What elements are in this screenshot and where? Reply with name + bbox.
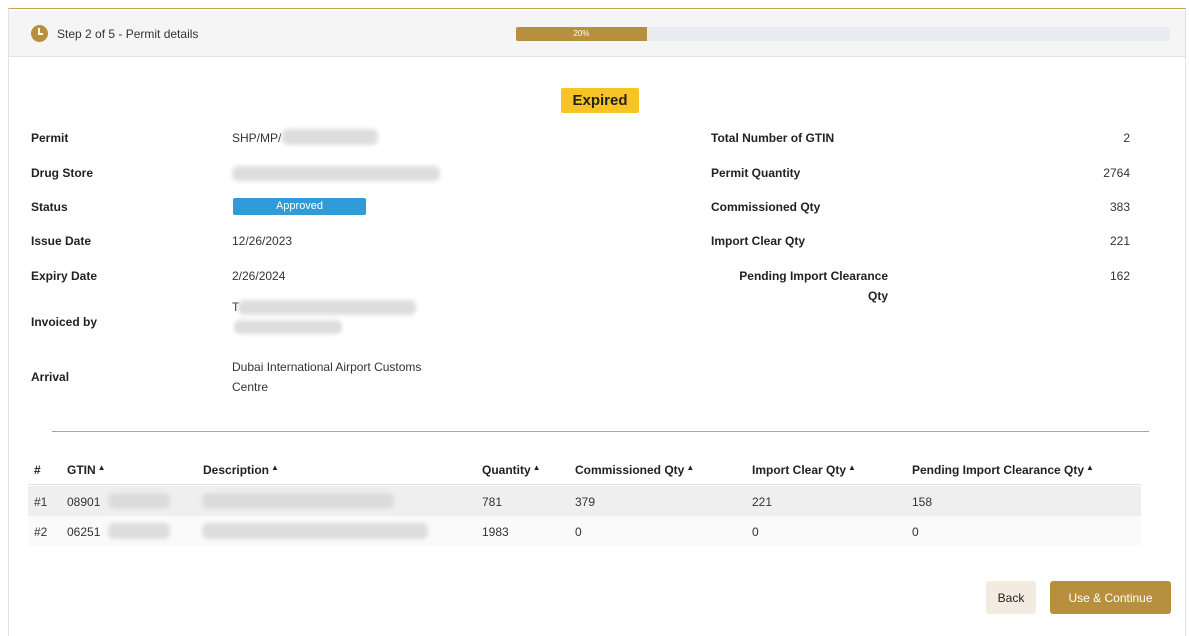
issue-date-label: Issue Date (31, 234, 92, 248)
description-redacted (202, 523, 428, 539)
col-header-pending-clearance-qty[interactable]: Pending Import Clearance Qty ▲ (912, 463, 1094, 477)
section-divider (52, 431, 1149, 432)
invoiced-by-label: Invoiced by (31, 315, 98, 329)
clock-icon (31, 25, 48, 42)
table-row: #2 06251 1983 0 0 0 (28, 516, 1141, 546)
col-header-gtin[interactable]: GTIN ▲ (67, 463, 106, 477)
gtin-redacted (108, 523, 170, 539)
caret-up-icon: ▲ (97, 463, 106, 472)
row-number: #2 (34, 525, 48, 539)
step-header: Step 2 of 5 - Permit details 20% (9, 11, 1185, 57)
status-label: Status (31, 200, 68, 214)
progress-bar: 20% (516, 27, 1170, 41)
permit-quantity-label: Permit Quantity (711, 166, 801, 180)
table-header: # GTIN ▲ Description ▲ Quantity ▲ Commissio… (28, 455, 1141, 485)
row-quantity: 1983 (482, 525, 509, 539)
gtin-redacted (108, 493, 170, 509)
col-header-commissioned-qty[interactable]: Commissioned Qty ▲ (575, 463, 694, 477)
row-quantity: 781 (482, 495, 503, 509)
col-header-import-clear-qty[interactable]: Import Clear Qty ▲ (752, 463, 856, 477)
row-commissioned-qty: 0 (575, 525, 582, 539)
pending-clearance-label-line1: Pending Import Clearance (739, 269, 888, 283)
caret-up-icon: ▲ (532, 463, 541, 472)
progress-fill: 20% (516, 27, 647, 41)
row-gtin: 08901 (67, 495, 101, 509)
issue-date-value: 12/26/2023 (232, 234, 293, 248)
row-import-clear-qty: 221 (752, 495, 773, 509)
import-clear-qty-label: Import Clear Qty (711, 234, 806, 248)
drug-store-label: Drug Store (31, 166, 94, 180)
row-import-clear-qty: 0 (752, 525, 759, 539)
commissioned-qty-value: 383 (1109, 200, 1130, 214)
caret-up-icon: ▲ (1086, 463, 1094, 472)
pending-clearance-value: 162 (1109, 269, 1130, 283)
expiry-date-label: Expiry Date (31, 269, 98, 283)
row-pending-clearance-qty: 158 (912, 495, 933, 509)
permit-quantity-value: 2764 (1103, 166, 1130, 180)
permit-label: Permit (31, 131, 69, 145)
row-number: #1 (34, 495, 48, 509)
invoiced-by-redacted-line1 (238, 300, 416, 315)
drug-store-redacted (232, 166, 440, 181)
status-badge: Approved (233, 198, 366, 215)
permit-redacted (282, 129, 378, 145)
arrival-value-line1: Dubai International Airport Customs (232, 360, 422, 374)
step-label: Step 2 of 5 - Permit details (57, 27, 199, 41)
arrival-value-line2: Centre (232, 380, 269, 394)
expired-badge: Expired (561, 88, 639, 113)
description-redacted (202, 493, 394, 509)
use-and-continue-button[interactable]: Use & Continue (1050, 581, 1171, 614)
col-header-description[interactable]: Description ▲ (203, 463, 279, 477)
expiry-date-value: 2/26/2024 (232, 269, 286, 283)
arrival-label: Arrival (31, 370, 70, 384)
caret-up-icon: ▲ (271, 463, 279, 472)
invoiced-by-redacted-line2 (234, 320, 342, 334)
commissioned-qty-label: Commissioned Qty (711, 200, 821, 214)
caret-up-icon: ▲ (848, 463, 856, 472)
caret-up-icon: ▲ (686, 463, 695, 472)
pending-clearance-label-line2: Qty (867, 289, 888, 303)
total-gtin-label: Total Number of GTIN (711, 131, 835, 145)
table-row: #1 08901 781 379 221 158 (28, 486, 1141, 516)
row-commissioned-qty: 379 (575, 495, 596, 509)
row-pending-clearance-qty: 0 (912, 525, 919, 539)
back-button[interactable]: Back (986, 581, 1036, 614)
col-header-quantity[interactable]: Quantity ▲ (482, 463, 541, 477)
import-clear-qty-value: 221 (1109, 234, 1130, 248)
permit-value: SHP/MP/ (232, 131, 282, 145)
total-gtin-value: 2 (1123, 131, 1130, 145)
row-gtin: 06251 (67, 525, 101, 539)
col-header-number: # (34, 463, 41, 477)
